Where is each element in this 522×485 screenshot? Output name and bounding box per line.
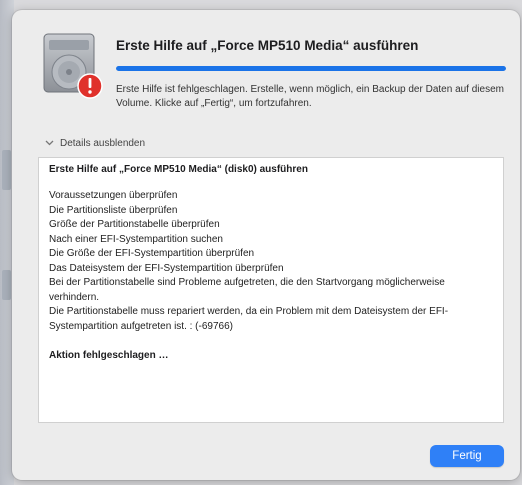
log-line: Die Größe der EFI-Systempartition überpr… <box>49 248 255 259</box>
background-sidebar-item <box>2 270 11 300</box>
background-sidebar-item <box>2 150 11 190</box>
log-header: Erste Hilfe auf „Force MP510 Media“ (dis… <box>49 164 308 175</box>
progress-bar <box>116 66 506 71</box>
log-line: Größe der Partitionstabelle überprüfen <box>49 219 220 230</box>
log-footer: Aktion fehlgeschlagen … <box>49 350 169 361</box>
log-line: Bei der Partitionstabelle sind Probleme … <box>49 277 445 303</box>
details-log[interactable]: Erste Hilfe auf „Force MP510 Media“ (dis… <box>38 157 504 423</box>
log-line: Voraussetzungen überprüfen <box>49 190 178 201</box>
hard-disk-icon <box>43 33 103 99</box>
log-line: Nach einer EFI-Systempartition suchen <box>49 233 223 245</box>
chevron-down-icon <box>42 136 56 150</box>
log-line: Die Partitionstabelle muss repariert wer… <box>49 306 449 332</box>
progress-bar-fill <box>116 66 506 71</box>
log-line: Das Dateisystem der EFI-Systempartition … <box>49 262 284 274</box>
details-toggle[interactable]: Details ausblenden <box>42 136 145 150</box>
alert-badge-icon <box>77 73 103 99</box>
dialog-title: Erste Hilfe auf „Force MP510 Media“ ausf… <box>116 38 419 53</box>
first-aid-dialog: Erste Hilfe auf „Force MP510 Media“ ausf… <box>12 10 520 480</box>
log-line: Die Partitionsliste überprüfen <box>49 204 178 216</box>
details-toggle-label: Details ausblenden <box>60 137 146 149</box>
error-message: Erste Hilfe ist fehlgeschlagen. Erstelle… <box>116 84 504 109</box>
done-button[interactable]: Fertig <box>430 445 504 467</box>
